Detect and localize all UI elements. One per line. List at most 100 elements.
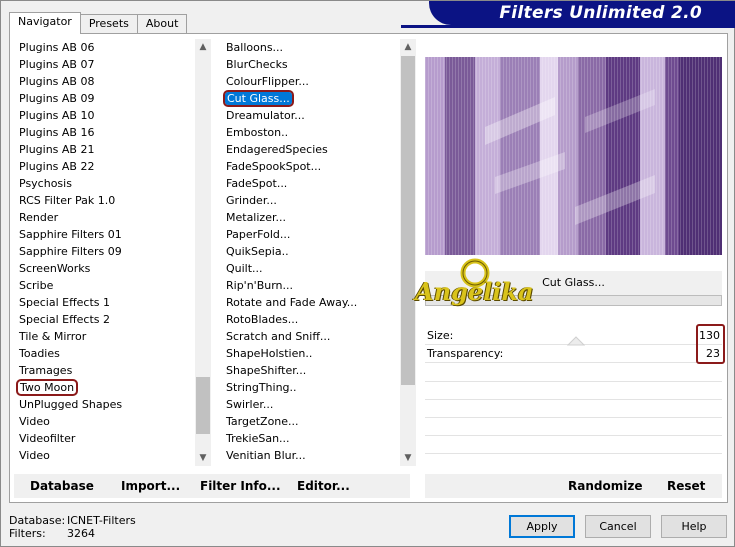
list-item[interactable]: ScreenWorks — [13, 260, 195, 277]
list-item[interactable]: ColourFlipper... — [220, 73, 400, 90]
watermark-text: Angelika — [415, 277, 534, 306]
list-item[interactable]: Tile & Mirror — [13, 328, 195, 345]
list-item[interactable]: FadeSpookSpot... — [220, 158, 400, 175]
import-button[interactable]: Import... — [121, 474, 180, 498]
list-item[interactable]: Visual... — [13, 464, 195, 466]
database-label: Database: — [9, 514, 66, 527]
tab-presets[interactable]: Presets — [79, 14, 138, 34]
list-item[interactable]: ShapeShifter... — [220, 362, 400, 379]
list-item[interactable]: Rip'n'Burn... — [220, 277, 400, 294]
list-item[interactable]: Emboston.. — [220, 124, 400, 141]
list-item[interactable]: Toadies — [13, 345, 195, 362]
scroll-down-icon[interactable]: ▼ — [195, 450, 211, 466]
list-item[interactable]: TrekieSan... — [220, 430, 400, 447]
list-item[interactable]: TargetZone... — [220, 413, 400, 430]
list-item[interactable]: PaperFold... — [220, 226, 400, 243]
list-item[interactable]: StringThing.. — [220, 379, 400, 396]
param-divider — [425, 435, 722, 436]
param-divider — [425, 381, 722, 382]
filter-scrollbar[interactable]: ▲ ▼ — [400, 39, 416, 466]
filters-unlimited-window: Filters Unlimited 2.0 Navigator Presets … — [0, 0, 735, 547]
list-item-label: StringThing.. — [226, 381, 297, 394]
scroll-up-icon[interactable]: ▲ — [400, 39, 416, 55]
list-item[interactable]: Plugins AB 09 — [13, 90, 195, 107]
value-highlight-box — [696, 324, 725, 364]
list-item-label: FadeSpookSpot... — [226, 160, 322, 173]
list-item[interactable]: Two Moon — [13, 379, 195, 396]
list-item[interactable]: Dreamulator... — [220, 107, 400, 124]
param-divider — [425, 453, 722, 454]
help-button[interactable]: Help — [661, 515, 727, 538]
apply-button[interactable]: Apply — [509, 515, 575, 538]
list-item[interactable]: Plugins AB 08 — [13, 73, 195, 90]
list-item-label: FadeSpot... — [226, 177, 288, 190]
list-item-label: Plugins AB 07 — [19, 58, 95, 71]
list-item-label: Dreamulator... — [226, 109, 305, 122]
category-scrollbar[interactable]: ▲ ▼ — [195, 39, 211, 466]
list-item[interactable]: Psychosis — [13, 175, 195, 192]
list-item[interactable]: RCS Filter Pak 1.0 — [13, 192, 195, 209]
list-item[interactable]: Plugins AB 10 — [13, 107, 195, 124]
category-scroll-thumb[interactable] — [196, 377, 210, 434]
list-item[interactable]: Cut Glass... — [220, 90, 400, 107]
param-transparency[interactable]: Transparency: 23 — [425, 345, 722, 362]
list-item[interactable]: UnPlugged Shapes — [13, 396, 195, 413]
filter-list[interactable]: Balloons... BlurChecks ColourFlipper... Cut… — [220, 39, 400, 466]
list-item[interactable]: Video — [13, 447, 195, 464]
list-item-label: RotoBlades... — [226, 313, 299, 326]
list-item[interactable]: Plugins AB 06 — [13, 39, 195, 56]
list-item-label: Special Effects 2 — [19, 313, 111, 326]
list-item[interactable]: Scribe — [13, 277, 195, 294]
list-item[interactable]: QuikSepia.. — [220, 243, 400, 260]
list-item-label: Tile & Mirror — [19, 330, 87, 343]
list-item[interactable]: Render — [13, 209, 195, 226]
list-item-label: Rip'n'Burn... — [226, 279, 294, 292]
tab-navigator[interactable]: Navigator — [9, 12, 81, 34]
list-item[interactable]: Plugins AB 07 — [13, 56, 195, 73]
list-item[interactable]: Plugins AB 16 — [13, 124, 195, 141]
list-item[interactable]: Videofilter — [13, 430, 195, 447]
list-item[interactable]: Rotate and Fade Away... — [220, 294, 400, 311]
database-button[interactable]: Database — [30, 474, 94, 498]
list-item[interactable]: Grinder... — [220, 192, 400, 209]
param-divider — [425, 362, 722, 363]
list-item-label: Plugins AB 06 — [19, 41, 95, 54]
reset-button[interactable]: Reset — [667, 474, 705, 498]
list-item-label: Venitian Blur... — [226, 449, 306, 462]
scroll-up-icon[interactable]: ▲ — [195, 39, 211, 55]
editor-button[interactable]: Editor... — [297, 474, 350, 498]
list-item[interactable]: Special Effects 1 — [13, 294, 195, 311]
list-item[interactable]: Video — [13, 413, 195, 430]
list-item-label: Metalizer... — [226, 211, 286, 224]
list-item[interactable]: Metalizer... — [220, 209, 400, 226]
param-divider — [425, 399, 722, 400]
list-item[interactable]: Quilt... — [220, 260, 400, 277]
list-item[interactable]: Tramages — [13, 362, 195, 379]
category-list[interactable]: Plugins AB 06 Plugins AB 07 Plugins AB 08 P… — [13, 39, 195, 466]
scroll-down-icon[interactable]: ▼ — [400, 450, 416, 466]
list-item[interactable]: EndageredSpecies — [220, 141, 400, 158]
list-item[interactable]: Balloons... — [220, 39, 400, 56]
list-item[interactable]: Plugins AB 22 — [13, 158, 195, 175]
list-item[interactable]: BlurChecks — [220, 56, 400, 73]
list-item[interactable]: Plugins AB 21 — [13, 141, 195, 158]
filter-preview — [425, 57, 722, 255]
list-item[interactable]: Swirler... — [220, 396, 400, 413]
filter-scroll-thumb[interactable] — [401, 56, 415, 385]
tab-about[interactable]: About — [136, 14, 188, 34]
randomize-button[interactable]: Randomize — [568, 474, 642, 498]
list-item[interactable]: FadeSpot... — [220, 175, 400, 192]
list-item-label: Plugins AB 21 — [19, 143, 95, 156]
filter-info-button[interactable]: Filter Info... — [200, 474, 281, 498]
cancel-button[interactable]: Cancel — [585, 515, 651, 538]
list-item[interactable]: ShapeHolstien.. — [220, 345, 400, 362]
list-item[interactable]: Sapphire Filters 01 — [13, 226, 195, 243]
list-item[interactable]: RotoBlades... — [220, 311, 400, 328]
list-item[interactable]: Sapphire Filters 09 — [13, 243, 195, 260]
list-item[interactable]: Special Effects 2 — [13, 311, 195, 328]
list-item[interactable]: Venitian Blur... — [220, 447, 400, 464]
list-item[interactable]: Scratch and Sniff... — [220, 328, 400, 345]
list-item[interactable]: VertigoSwirl... — [220, 464, 400, 466]
list-item-label: PaperFold... — [226, 228, 291, 241]
slider-pointer-icon[interactable] — [567, 336, 585, 346]
